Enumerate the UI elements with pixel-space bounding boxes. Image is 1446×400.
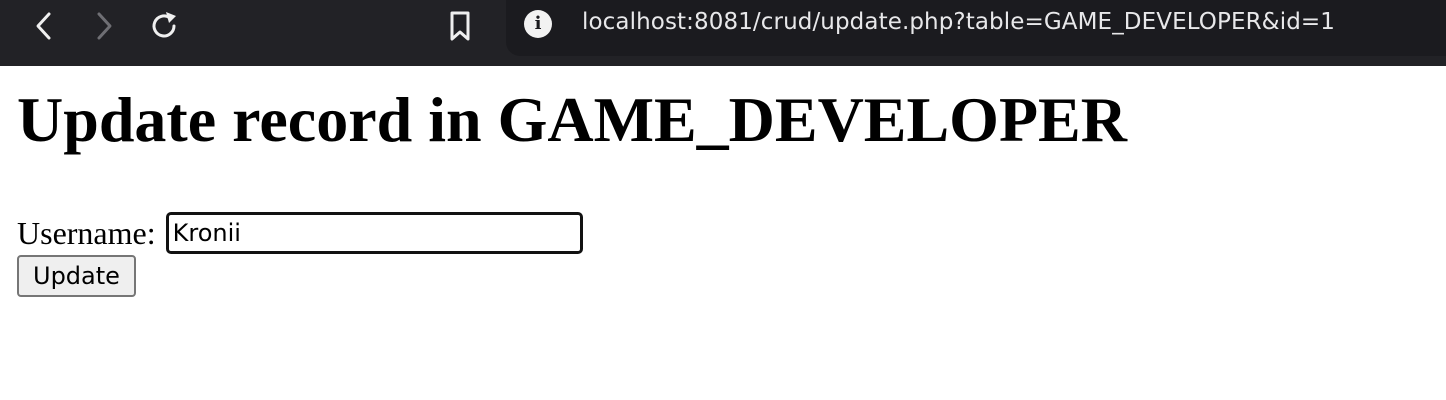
forward-button[interactable] [84,6,124,46]
username-input[interactable] [165,212,583,254]
info-icon[interactable]: i [524,10,552,38]
reload-button[interactable] [144,6,184,46]
url-text[interactable]: localhost:8081/crud/update.php?table=GAM… [582,9,1335,35]
username-row: Username: [17,212,1127,254]
chevron-right-icon [97,12,112,40]
update-button[interactable]: Update [17,255,136,297]
username-label: Username: [17,215,156,251]
bookmark-button[interactable] [440,6,480,46]
back-button[interactable] [24,6,64,46]
reload-icon [152,12,176,38]
page-content: Update record in GAME_DEVELOPER Username… [17,66,1127,297]
browser-toolbar: i localhost:8081/crud/update.php?table=G… [0,0,1446,66]
chevron-left-icon [36,12,51,40]
address-bar[interactable]: i localhost:8081/crud/update.php?table=G… [506,0,1446,56]
bookmark-icon [450,11,470,41]
page-title: Update record in GAME_DEVELOPER [17,84,1127,155]
update-form: Username: Update [17,212,1127,297]
